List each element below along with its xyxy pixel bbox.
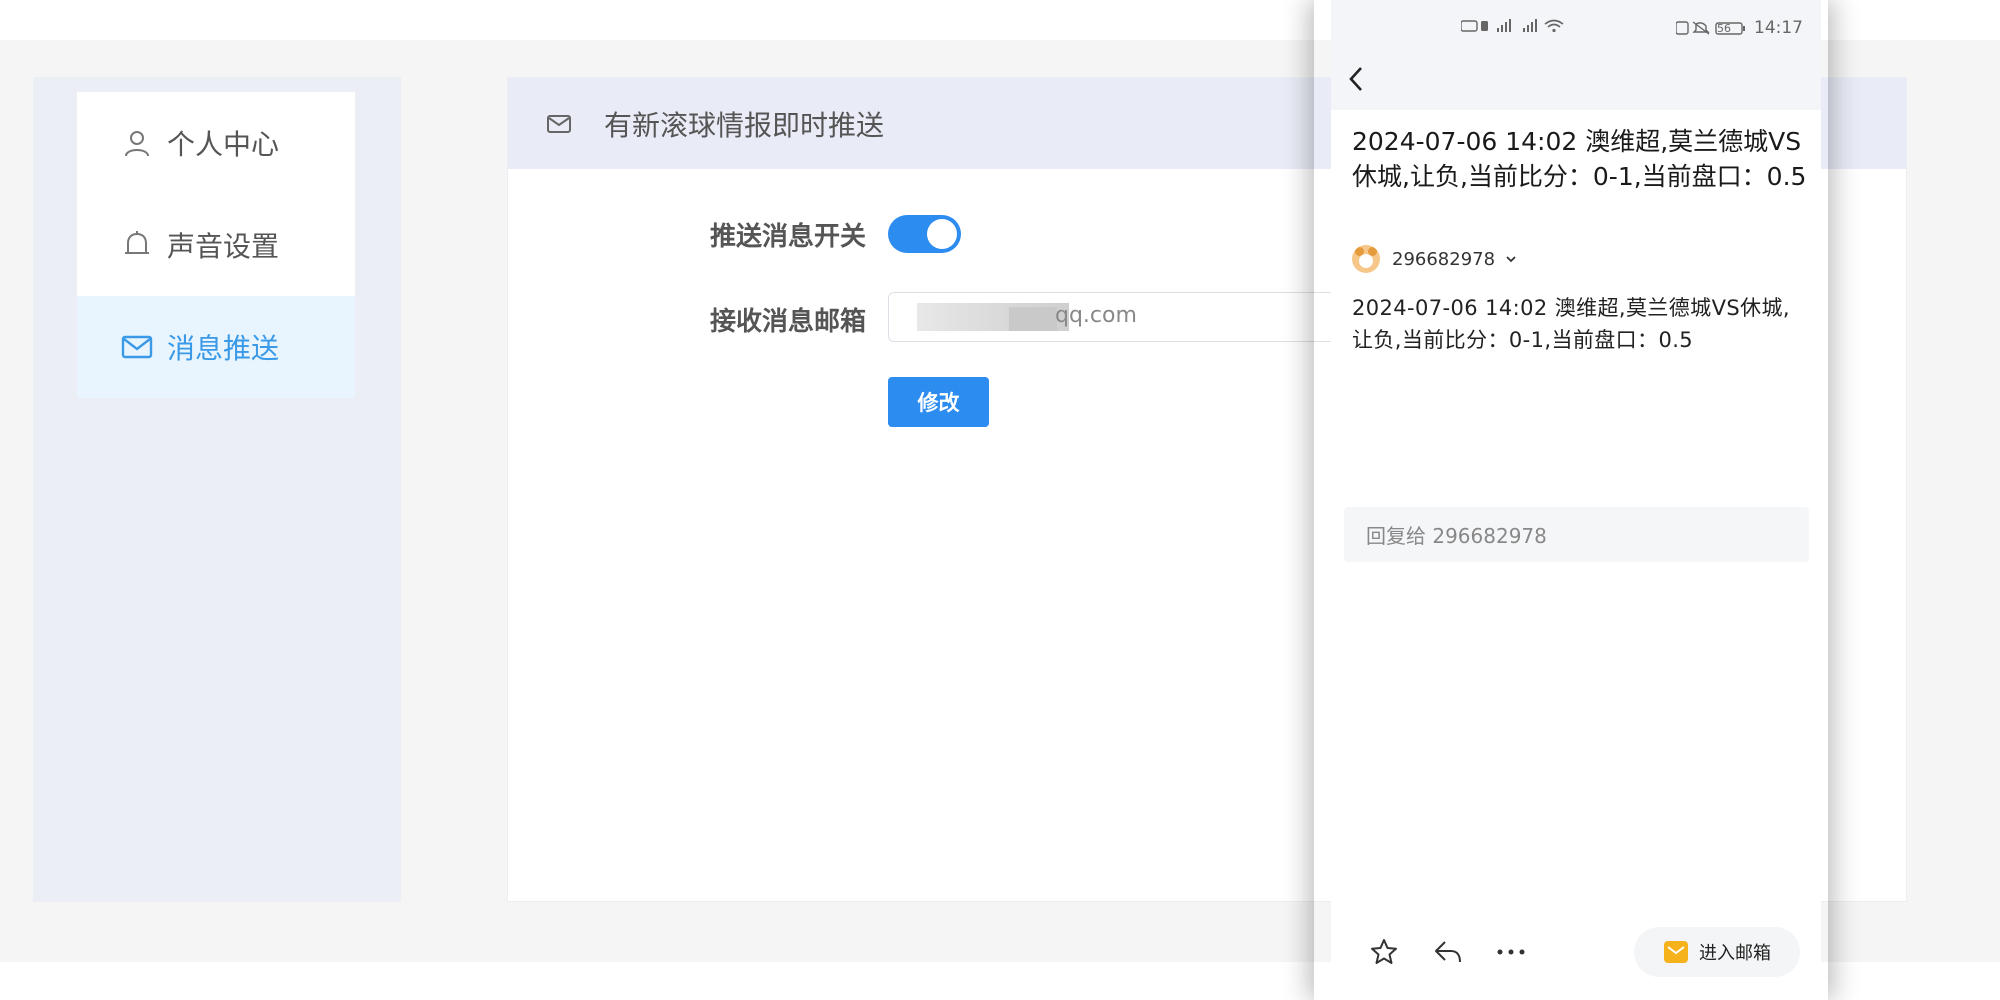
sidebar-item-message-push[interactable]: 消息推送 bbox=[77, 296, 355, 398]
avatar bbox=[1352, 245, 1380, 273]
phone-mail-screen: 56 14:17 2024-07-06 14:02 澳维超,莫兰德城VS休城,让… bbox=[1331, 0, 1821, 1000]
modify-button[interactable]: 修改 bbox=[888, 377, 989, 427]
chevron-down-icon bbox=[1505, 252, 1519, 266]
status-bar-left bbox=[1461, 18, 1571, 34]
star-icon[interactable] bbox=[1367, 935, 1401, 969]
mail-icon bbox=[546, 110, 574, 138]
signal-wifi-icon bbox=[1461, 19, 1564, 33]
status-bar-right: 56 14:17 bbox=[1676, 18, 1803, 38]
status-time: 14:17 bbox=[1754, 18, 1803, 38]
bell-icon bbox=[121, 229, 153, 261]
enter-mailbox-button[interactable]: 进入邮箱 bbox=[1634, 927, 1800, 977]
mailbox-icon bbox=[1663, 940, 1689, 964]
enter-mailbox-label: 进入邮箱 bbox=[1699, 943, 1771, 964]
push-switch-toggle[interactable] bbox=[888, 215, 961, 253]
user-icon bbox=[121, 127, 153, 159]
reply-icon[interactable] bbox=[1431, 935, 1465, 969]
back-button[interactable] bbox=[1341, 62, 1371, 96]
redacted-email-part bbox=[1009, 307, 1057, 331]
sender-name: 296682978 bbox=[1392, 248, 1496, 270]
reply-input[interactable]: 回复给 296682978 bbox=[1344, 507, 1809, 562]
mail-action-bar: 进入邮箱 bbox=[1331, 900, 1821, 1000]
email-value: qq.com bbox=[1055, 303, 1137, 328]
mail-icon bbox=[121, 331, 153, 363]
email-label: 接收消息邮箱 bbox=[709, 307, 866, 337]
sender-row[interactable]: 296682978 bbox=[1352, 245, 1519, 273]
panel-title: 有新滚球情报即时推送 bbox=[604, 108, 885, 142]
email-input[interactable]: qq.com bbox=[888, 292, 1348, 342]
sidebar-item-profile[interactable]: 个人中心 bbox=[77, 92, 355, 194]
battery-level: 56 bbox=[1717, 21, 1731, 35]
toggle-knob bbox=[927, 219, 957, 249]
more-icon[interactable] bbox=[1494, 935, 1528, 969]
chevron-left-icon bbox=[1349, 67, 1362, 91]
sidebar-item-sound-settings[interactable]: 声音设置 bbox=[77, 194, 355, 296]
sidebar-item-label: 消息推送 bbox=[167, 332, 280, 365]
mail-body: 2024-07-06 14:02 澳维超,莫兰德城VS休城,让负,当前比分：0-… bbox=[1352, 296, 1790, 352]
push-switch-label: 推送消息开关 bbox=[709, 222, 866, 252]
sidebar-item-label: 声音设置 bbox=[167, 230, 280, 263]
sidebar-item-label: 个人中心 bbox=[167, 128, 280, 161]
mail-subject: 2024-07-06 14:02 澳维超,莫兰德城VS休城,让负,当前比分：0-… bbox=[1352, 127, 1807, 191]
phone-header bbox=[1331, 0, 1821, 110]
sidebar: 个人中心 声音设置 消息推送 bbox=[77, 92, 355, 398]
